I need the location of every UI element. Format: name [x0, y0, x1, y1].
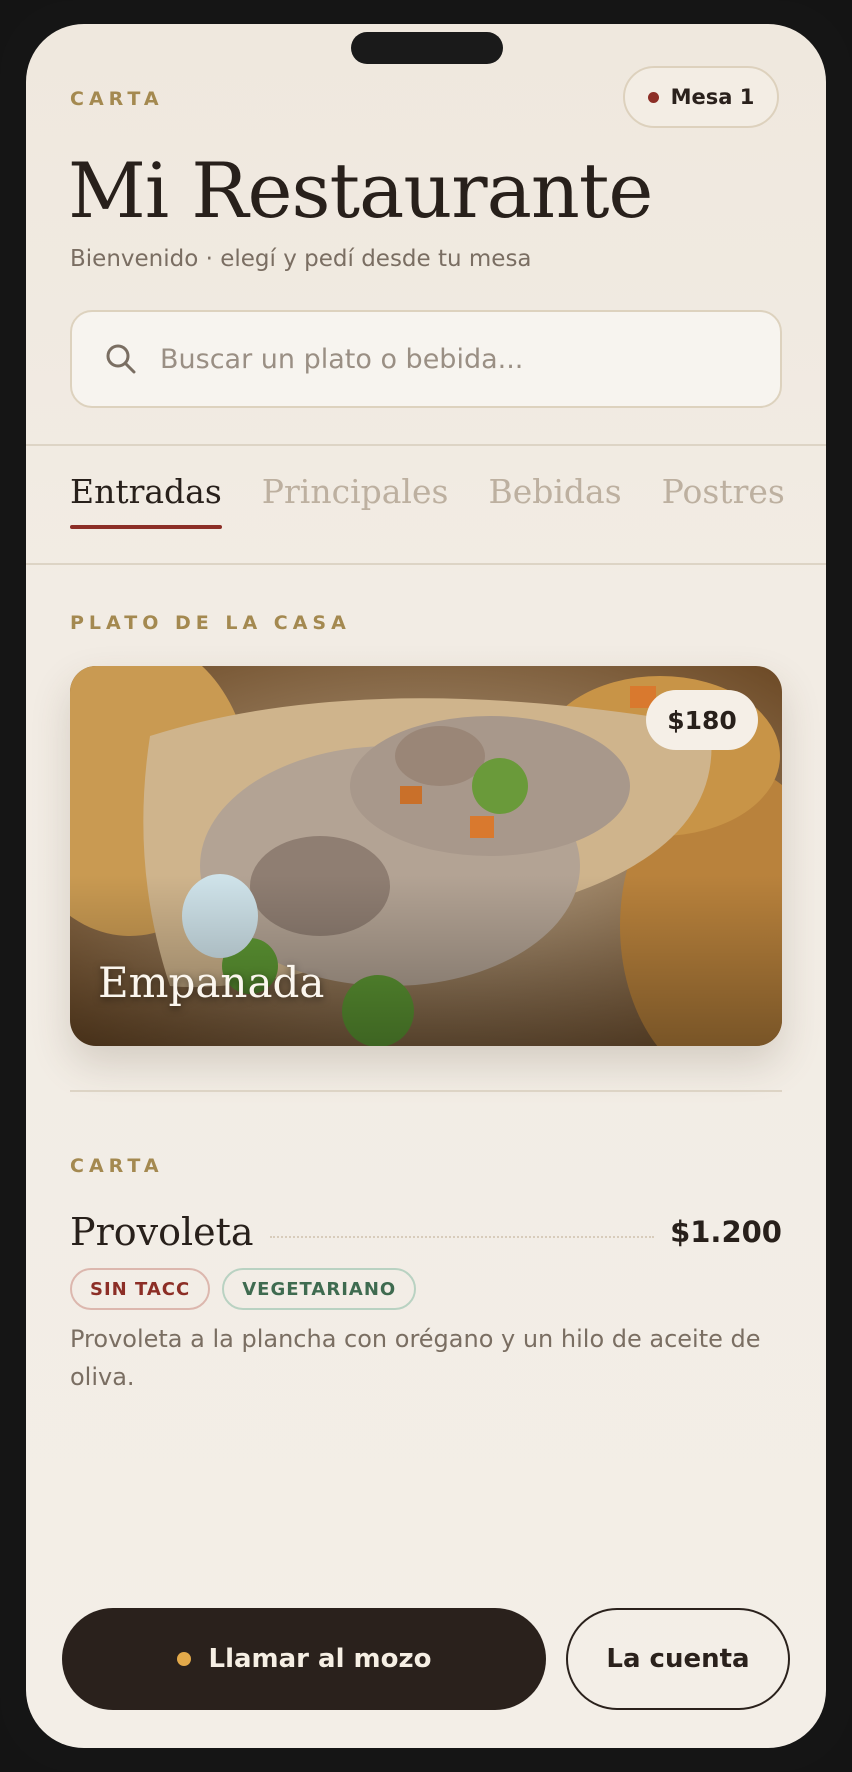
tab-principales[interactable]: Principales: [262, 472, 449, 529]
search-box[interactable]: [70, 310, 782, 408]
category-tabs: Entradas Principales Bebidas Postres: [70, 472, 785, 529]
call-waiter-button[interactable]: Llamar al mozo: [62, 1608, 546, 1710]
search-input[interactable]: [158, 342, 722, 376]
tag-sin-tacc: SIN TACC: [70, 1268, 211, 1310]
page-title: Mi Restaurante: [68, 146, 653, 235]
tab-postres[interactable]: Postres: [662, 472, 785, 529]
call-waiter-label: Llamar al mozo: [208, 1644, 432, 1674]
menu-item[interactable]: Provoleta $1.200 SIN TACC VEGETARIANO Pr…: [70, 1210, 782, 1396]
dotted-leader: [269, 1236, 655, 1238]
menu-item-name: Provoleta: [70, 1210, 254, 1254]
bill-label: La cuenta: [606, 1644, 750, 1674]
bill-button[interactable]: La cuenta: [566, 1608, 790, 1710]
bell-dot-icon: [176, 1652, 191, 1666]
tab-bebidas[interactable]: Bebidas: [488, 472, 621, 529]
action-bar: Llamar al mozo La cuenta: [62, 1608, 790, 1710]
tab-entradas[interactable]: Entradas: [70, 472, 222, 529]
header-eyebrow: CARTA: [70, 88, 164, 110]
featured-dish-name: Empanada: [98, 958, 325, 1007]
camera-notch: [351, 32, 503, 64]
featured-dish-card[interactable]: $180 Empanada: [70, 666, 782, 1046]
table-label: Mesa 1: [670, 85, 755, 109]
app-screen: CARTA Mesa 1 Mi Restaurante Bienvenido ·…: [26, 24, 826, 1748]
divider: [26, 563, 826, 565]
divider: [70, 1090, 782, 1092]
menu-eyebrow: CARTA: [70, 1155, 164, 1177]
divider: [26, 444, 826, 446]
menu-item-description: Provoleta a la plancha con orégano y un …: [70, 1325, 761, 1391]
featured-price: $180: [646, 690, 758, 750]
search-icon: [106, 344, 136, 374]
table-badge[interactable]: Mesa 1: [623, 66, 779, 128]
featured-eyebrow: PLATO DE LA CASA: [70, 612, 351, 634]
status-dot-icon: [647, 91, 659, 103]
page-subtitle: Bienvenido · elegí y pedí desde tu mesa: [70, 246, 532, 272]
menu-item-price: $1.200: [670, 1215, 782, 1249]
tag-vegetariano: VEGETARIANO: [222, 1268, 417, 1310]
phone-frame: CARTA Mesa 1 Mi Restaurante Bienvenido ·…: [0, 0, 852, 1772]
